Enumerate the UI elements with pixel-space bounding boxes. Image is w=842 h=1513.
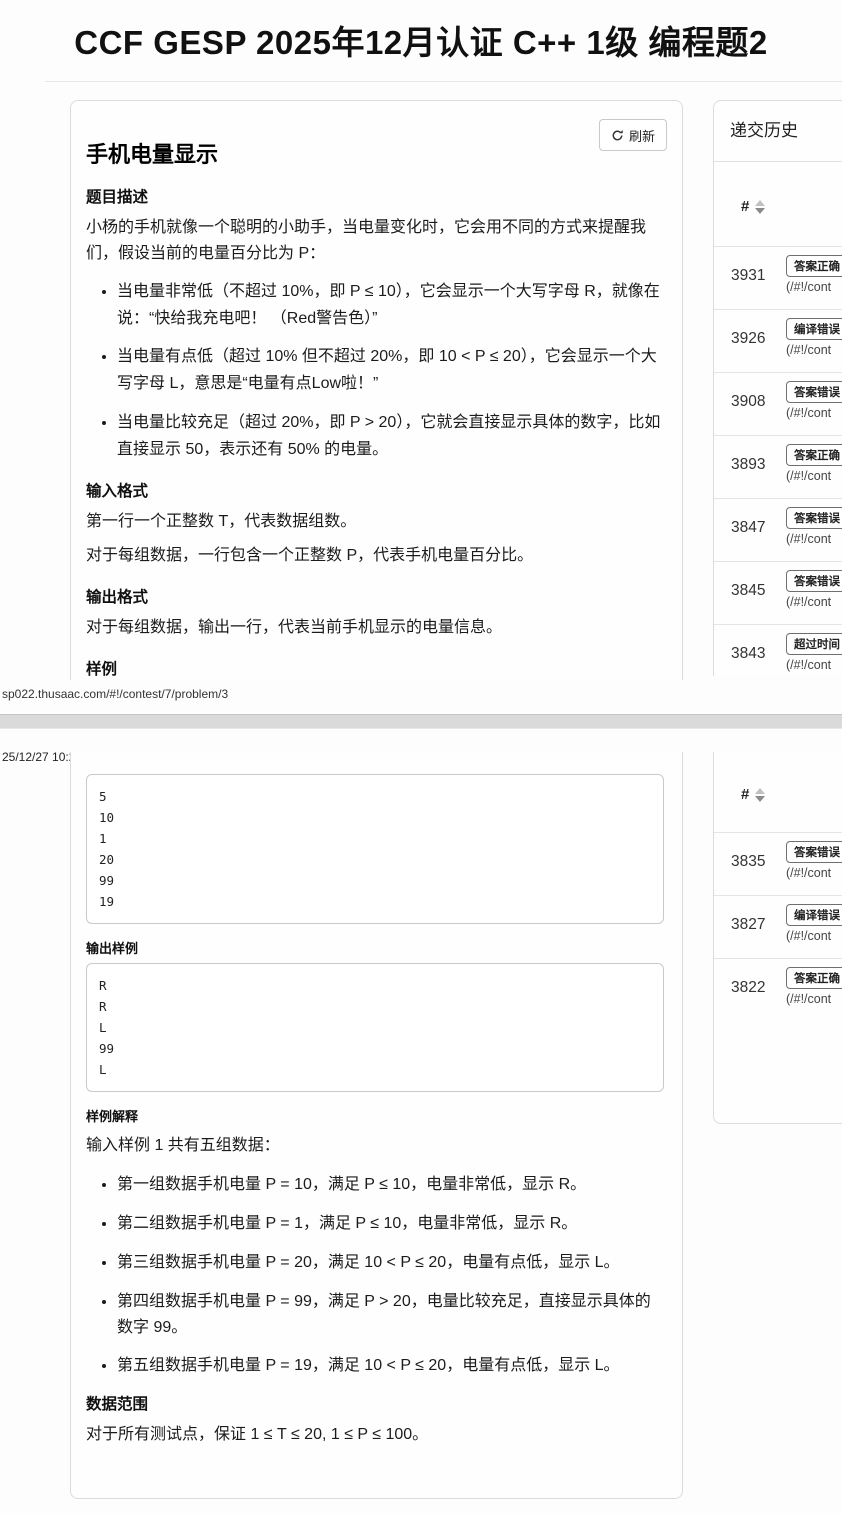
explanation-item: 第三组数据手机电量 P = 20，满足 10 < P ≤ 20，电量有点低，显示…	[117, 1250, 664, 1276]
sample-output-heading: 输出样例	[86, 938, 664, 957]
submission-id: 3843	[731, 645, 765, 663]
code-line: 99	[99, 870, 651, 891]
submission-id: 3845	[731, 582, 765, 600]
rules-list: 当电量非常低（不超过 10%，即 P ≤ 10），它会显示一个大写字母 R，就像…	[86, 278, 664, 463]
submission-link[interactable]: (/#!/cont	[786, 866, 842, 880]
data-range-text: 对于所有测试点，保证 1 ≤ T ≤ 20, 1 ≤ P ≤ 100。	[86, 1422, 664, 1448]
submission-id: 3835	[731, 853, 765, 871]
title-divider	[45, 81, 842, 82]
status-badge: 答案错误	[786, 570, 842, 592]
code-line: 1	[99, 828, 651, 849]
description-heading: 题目描述	[86, 185, 664, 207]
sort-icon	[755, 200, 765, 214]
id-column-label: #	[741, 786, 749, 803]
submission-row[interactable]: 3847 答案错误 (/#!/cont	[714, 498, 842, 561]
input-format-line: 对于每组数据，一行包含一个正整数 P，代表手机电量百分比。	[86, 543, 664, 569]
rule-item: 当电量比较充足（超过 20%，即 P > 20），它就会直接显示具体的数字，比如…	[117, 409, 664, 463]
submission-row[interactable]: 3835 答案错误 (/#!/cont	[714, 832, 842, 895]
code-line: L	[99, 1059, 651, 1080]
submission-id: 3827	[731, 916, 765, 934]
explanation-heading: 样例解释	[86, 1106, 664, 1125]
submission-link[interactable]: (/#!/cont	[786, 406, 842, 420]
status-badge: 答案正确	[786, 255, 842, 277]
code-line: 5	[99, 786, 651, 807]
status-badge: 答案错误	[786, 381, 842, 403]
submission-link[interactable]: (/#!/cont	[786, 532, 842, 546]
code-line: R	[99, 996, 651, 1017]
input-format-heading: 输入格式	[86, 479, 664, 501]
code-line: L	[99, 1017, 651, 1038]
status-badge: 编译错误	[786, 318, 842, 340]
submission-id: 3908	[731, 393, 765, 411]
output-format-line: 对于每组数据，输出一行，代表当前手机显示的电量信息。	[86, 615, 664, 641]
explanation-item: 第二组数据手机电量 P = 1，满足 P ≤ 10，电量非常低，显示 R。	[117, 1211, 664, 1237]
submission-row[interactable]: 3827 编译错误 (/#!/cont	[714, 895, 842, 958]
problem-title: 手机电量显示	[86, 137, 664, 169]
problem-panel-bottom: 5 10 1 20 99 19 输出样例 R R L 99 L 样例解释 输入样…	[70, 752, 683, 1499]
submission-id: 3822	[731, 979, 765, 997]
refresh-button[interactable]: 刷新	[599, 119, 667, 151]
output-format-heading: 输出格式	[86, 585, 664, 607]
submission-id: 3926	[731, 330, 765, 348]
url-text: sp022.thusaac.com/#!/contest/7/problem/3	[2, 687, 228, 701]
code-line: 10	[99, 807, 651, 828]
submission-link[interactable]: (/#!/cont	[786, 992, 842, 1006]
screenshot-root: CCF GESP 2025年12月认证 C++ 1级 编程题2 刷新 手机电量显…	[0, 0, 842, 1513]
rule-item: 当电量非常低（不超过 10%，即 P ≤ 10），它会显示一个大写字母 R，就像…	[117, 278, 664, 332]
screenshot-divider-band	[0, 714, 842, 729]
data-range-heading: 数据范围	[86, 1392, 664, 1414]
id-sort-header[interactable]: #	[714, 162, 842, 246]
submission-link[interactable]: (/#!/cont	[786, 343, 842, 357]
submission-row[interactable]: 3931 答案正确 (/#!/cont	[714, 246, 842, 309]
submission-history-title: 递交历史	[714, 101, 842, 148]
submission-id: 3893	[731, 456, 765, 474]
refresh-label: 刷新	[629, 126, 655, 145]
submission-link[interactable]: (/#!/cont	[786, 658, 842, 672]
code-line: R	[99, 975, 651, 996]
submission-row[interactable]: 3893 答案正确 (/#!/cont	[714, 435, 842, 498]
sample-output-box: R R L 99 L	[86, 963, 664, 1092]
code-line: 99	[99, 1038, 651, 1059]
code-line: 20	[99, 849, 651, 870]
submission-link[interactable]: (/#!/cont	[786, 929, 842, 943]
rule-item: 当电量有点低（超过 10% 但不超过 20%，即 10 < P ≤ 20），它会…	[117, 343, 664, 397]
input-format-line: 第一行一个正整数 T，代表数据组数。	[86, 509, 664, 535]
code-line: 19	[99, 891, 651, 912]
status-badge: 超过时间	[786, 633, 842, 655]
explanation-item: 第五组数据手机电量 P = 19，满足 10 < P ≤ 20，电量有点低，显示…	[117, 1353, 664, 1379]
id-sort-header[interactable]: #	[714, 752, 842, 832]
refresh-icon	[611, 129, 624, 142]
explanation-item: 第一组数据手机电量 P = 10，满足 P ≤ 10，电量非常低，显示 R。	[117, 1172, 664, 1198]
description-intro: 小杨的手机就像一个聪明的小助手，当电量变化时，它会用不同的方式来提醒我们，假设当…	[86, 215, 664, 267]
status-badge: 答案错误	[786, 507, 842, 529]
explanation-intro: 输入样例 1 共有五组数据：	[86, 1133, 664, 1159]
sample-heading: 样例	[86, 657, 664, 679]
submission-row[interactable]: 3908 答案错误 (/#!/cont	[714, 372, 842, 435]
submission-id: 3931	[731, 267, 765, 285]
submission-row[interactable]: 3926 编译错误 (/#!/cont	[714, 309, 842, 372]
explanation-item: 第四组数据手机电量 P = 99，满足 P > 20，电量比较充足，直接显示具体…	[117, 1289, 664, 1341]
submission-history-panel-bottom: # 3835 答案错误 (/#!/cont 3827 编译错误 (/#!/con…	[713, 752, 842, 1124]
page-title: CCF GESP 2025年12月认证 C++ 1级 编程题2	[0, 16, 842, 64]
submission-row[interactable]: 3822 答案正确 (/#!/cont	[714, 958, 842, 1021]
submission-link[interactable]: (/#!/cont	[786, 280, 842, 294]
status-badge: 编译错误	[786, 904, 842, 926]
explanation-list: 第一组数据手机电量 P = 10，满足 P ≤ 10，电量非常低，显示 R。 第…	[86, 1172, 664, 1379]
status-badge: 答案正确	[786, 444, 842, 466]
status-badge: 答案错误	[786, 841, 842, 863]
problem-panel-top: 刷新 手机电量显示 题目描述 小杨的手机就像一个聪明的小助手，当电量变化时，它会…	[70, 100, 683, 680]
sort-icon	[755, 788, 765, 802]
submission-row[interactable]: 3845 答案错误 (/#!/cont	[714, 561, 842, 624]
sample-input-box: 5 10 1 20 99 19	[86, 774, 664, 924]
submission-link[interactable]: (/#!/cont	[786, 595, 842, 609]
submission-history-panel-top: 递交历史 # 3931 答案正确 (/#!/cont 3926 编译错误 (/#…	[713, 100, 842, 676]
id-column-label: #	[741, 198, 749, 215]
status-badge: 答案正确	[786, 967, 842, 989]
submission-row[interactable]: 3843 超过时间 (/#!/cont	[714, 624, 842, 676]
submission-link[interactable]: (/#!/cont	[786, 469, 842, 483]
submission-id: 3847	[731, 519, 765, 537]
